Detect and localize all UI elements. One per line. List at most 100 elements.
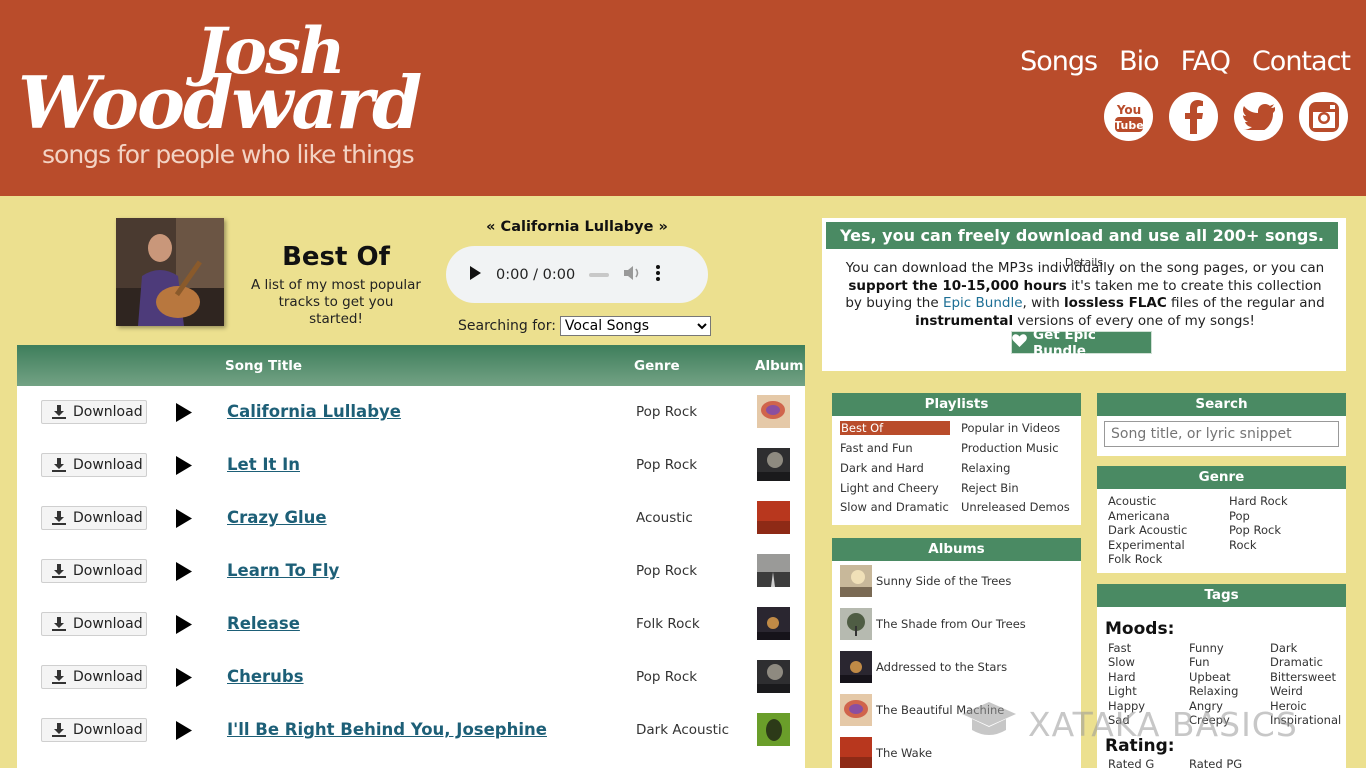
tags-heading: Tags xyxy=(1097,584,1346,607)
album-link[interactable]: Sunny Side of the Trees xyxy=(840,565,1011,597)
album-thumbnail[interactable] xyxy=(757,607,790,640)
album-thumbnail[interactable] xyxy=(757,395,790,428)
song-title-link[interactable]: Release xyxy=(227,614,300,633)
rating-link[interactable]: Rated G xyxy=(1108,757,1154,768)
playlist-subtitle: A list of my most popular tracks to get … xyxy=(251,277,421,327)
song-title-link[interactable]: Let It In xyxy=(227,455,300,474)
album-link[interactable]: Addressed to the Stars xyxy=(840,651,1007,683)
download-button[interactable]: Download xyxy=(41,453,147,477)
song-genre: Acoustic xyxy=(636,510,693,526)
play-song-icon[interactable] xyxy=(175,403,193,426)
audio-time: 0:00 / 0:00 xyxy=(496,266,576,283)
album-link[interactable]: The Wake xyxy=(840,737,932,768)
search-input[interactable] xyxy=(1104,421,1339,447)
nav-bio[interactable]: Bio xyxy=(1119,46,1160,77)
playlists-heading: Playlists xyxy=(832,393,1081,416)
play-song-icon[interactable] xyxy=(175,721,193,744)
tag-link[interactable]: Dark xyxy=(1270,641,1297,655)
tag-link[interactable]: Fast xyxy=(1108,641,1131,655)
song-type-select[interactable]: Vocal Songs xyxy=(559,316,711,336)
tag-link[interactable]: Upbeat xyxy=(1189,670,1231,684)
tag-link[interactable]: Weird xyxy=(1270,684,1303,698)
get-epic-bundle-button[interactable]: Get Epic Bundle xyxy=(1011,327,1152,359)
graduation-cap-icon xyxy=(960,700,1018,748)
more-options-icon[interactable] xyxy=(655,264,661,285)
twitter-icon[interactable] xyxy=(1234,92,1283,141)
genre-link[interactable]: Dark Acoustic xyxy=(1108,523,1187,537)
playlist-link[interactable]: Unreleased Demos xyxy=(961,500,1070,514)
play-song-icon[interactable] xyxy=(175,562,193,585)
song-title-link[interactable]: Learn To Fly xyxy=(227,561,339,580)
download-button[interactable]: Download xyxy=(41,612,147,636)
genre-link[interactable]: Acoustic xyxy=(1108,494,1156,508)
epic-bundle-link[interactable]: Epic Bundle xyxy=(943,295,1023,311)
tag-link[interactable]: Bittersweet xyxy=(1270,670,1336,684)
genre-link[interactable]: Rock xyxy=(1229,538,1257,552)
song-genre: Pop Rock xyxy=(636,457,698,473)
playlist-link[interactable]: Production Music xyxy=(961,441,1059,455)
song-title-link[interactable]: Crazy Glue xyxy=(227,508,327,527)
watermark-text: XATAKA BASICS xyxy=(1028,704,1298,744)
tag-link[interactable]: Relaxing xyxy=(1189,684,1238,698)
song-genre: Folk Rock xyxy=(636,616,700,632)
album-link[interactable]: The Shade from Our Trees xyxy=(840,608,1026,640)
genre-link[interactable]: Americana xyxy=(1108,509,1170,523)
logo-text-woodward[interactable]: Woodward xyxy=(18,60,422,145)
playlist-link[interactable]: Slow and Dramatic xyxy=(840,500,949,514)
playlist-link[interactable]: Best Of xyxy=(840,421,950,435)
song-title-link[interactable]: California Lullabye xyxy=(227,402,401,421)
song-title-link[interactable]: I'll Be Right Behind You, Josephine xyxy=(227,720,547,739)
heart-icon xyxy=(1012,334,1027,351)
genre-link[interactable]: Pop Rock xyxy=(1229,523,1281,537)
tag-link[interactable]: Funny xyxy=(1189,641,1224,655)
playlist-link[interactable]: Dark and Hard xyxy=(840,461,924,475)
playlist-link[interactable]: Light and Cheery xyxy=(840,481,939,495)
tag-link[interactable]: Fun xyxy=(1189,655,1210,669)
header-album: Album xyxy=(755,358,804,374)
genre-link[interactable]: Experimental xyxy=(1108,538,1185,552)
song-title-link[interactable]: Cherubs xyxy=(227,667,304,686)
nav-contact[interactable]: Contact xyxy=(1252,46,1351,77)
volume-icon[interactable] xyxy=(623,265,641,285)
tag-link[interactable]: Light xyxy=(1108,684,1137,698)
nav-songs[interactable]: Songs xyxy=(1020,46,1098,77)
instagram-icon[interactable] xyxy=(1299,92,1348,141)
download-button[interactable]: Download xyxy=(41,559,147,583)
watermark: XATAKA BASICS xyxy=(960,700,1298,748)
playlist-title: Best Of xyxy=(282,242,390,272)
play-song-icon[interactable] xyxy=(175,456,193,479)
free-download-heading: Yes, you can freely download and use all… xyxy=(826,222,1338,271)
album-thumbnail[interactable] xyxy=(757,660,790,693)
audio-progress-bar[interactable] xyxy=(589,272,610,277)
now-playing-title: « California Lullabye » xyxy=(486,219,668,235)
play-song-icon[interactable] xyxy=(175,668,193,691)
genre-link[interactable]: Folk Rock xyxy=(1108,552,1162,566)
playlist-link[interactable]: Relaxing xyxy=(961,461,1010,475)
youtube-icon[interactable]: You Tube xyxy=(1104,92,1153,141)
facebook-icon[interactable] xyxy=(1169,92,1218,141)
tag-link[interactable]: Hard xyxy=(1108,670,1136,684)
playlist-link[interactable]: Reject Bin xyxy=(961,481,1019,495)
rating-link[interactable]: Rated PG xyxy=(1189,757,1242,768)
album-thumbnail[interactable] xyxy=(757,501,790,534)
play-icon[interactable] xyxy=(468,265,482,285)
tag-link[interactable]: Dramatic xyxy=(1270,655,1323,669)
play-song-icon[interactable] xyxy=(175,615,193,638)
album-thumbnail[interactable] xyxy=(757,713,790,746)
genre-link[interactable]: Pop xyxy=(1229,509,1250,523)
download-button[interactable]: Download xyxy=(41,718,147,742)
download-button[interactable]: Download xyxy=(41,665,147,689)
playlist-link[interactable]: Popular in Videos xyxy=(961,421,1060,435)
tag-link[interactable]: Slow xyxy=(1108,655,1135,669)
nav-faq[interactable]: FAQ xyxy=(1181,46,1231,77)
album-thumbnail[interactable] xyxy=(757,448,790,481)
genre-box: Genre Acoustic Americana Dark Acoustic E… xyxy=(1097,466,1346,573)
download-button[interactable]: Download xyxy=(41,506,147,530)
album-thumbnail[interactable] xyxy=(757,554,790,587)
free-download-text: You can download the MP3s individually o… xyxy=(845,260,1325,329)
play-song-icon[interactable] xyxy=(175,509,193,532)
playlist-link[interactable]: Fast and Fun xyxy=(840,441,913,455)
song-genre: Dark Acoustic xyxy=(636,722,730,738)
genre-link[interactable]: Hard Rock xyxy=(1229,494,1288,508)
download-button[interactable]: Download xyxy=(41,400,147,424)
